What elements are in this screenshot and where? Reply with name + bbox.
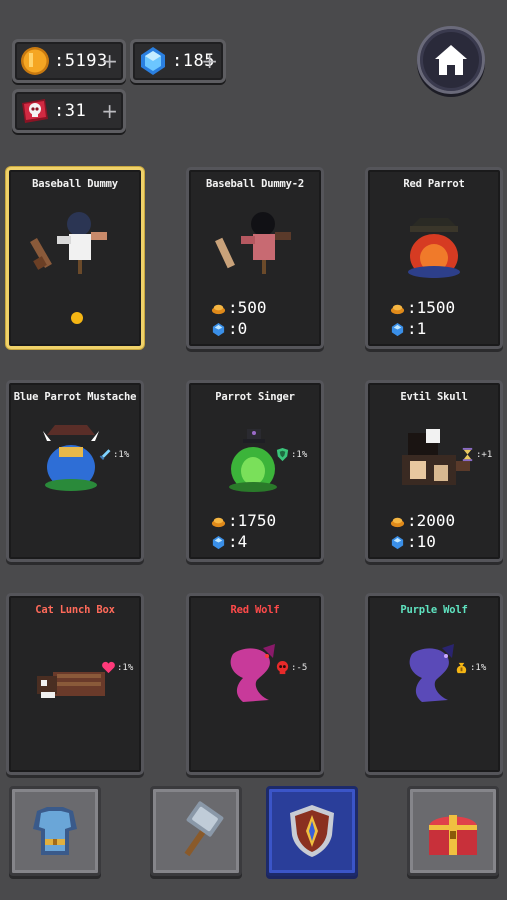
gem-cost: :10 bbox=[390, 532, 436, 552]
baseball-dummy-sprite bbox=[30, 212, 107, 274]
tab-armor[interactable] bbox=[9, 786, 101, 876]
gold-pile-icon bbox=[390, 517, 405, 527]
gold-cost-value: :1750 bbox=[228, 511, 277, 530]
card-title: Blue Parrot Mustache bbox=[13, 391, 137, 403]
tab-chest[interactable] bbox=[407, 786, 499, 876]
gold-pile-icon bbox=[390, 304, 405, 314]
blue-gem-icon bbox=[141, 47, 165, 75]
gold-counter[interactable]: :5193 + bbox=[12, 39, 126, 83]
card-baseball-dummy-2[interactable]: Baseball Dummy-2 :500 :0 bbox=[186, 167, 324, 349]
skull-ticket-icon bbox=[22, 99, 48, 123]
ticket-value: :31 bbox=[54, 101, 87, 121]
home-icon bbox=[435, 45, 467, 75]
gold-cost: :2000 bbox=[390, 511, 455, 531]
hourglass-icon bbox=[462, 447, 473, 462]
gem-icon bbox=[212, 535, 225, 549]
gem-counter[interactable]: :185 + bbox=[130, 39, 226, 83]
gold-cost-value: :1500 bbox=[407, 298, 456, 317]
gold-coin-icon bbox=[21, 47, 49, 75]
card-red-wolf[interactable]: Red Wolf :-5 bbox=[186, 593, 324, 775]
card-evtil-skull[interactable]: Evtil Skull :+1 :2000 :10 bbox=[365, 380, 503, 562]
gold-cost: :1750 bbox=[211, 511, 276, 531]
card-title: Cat Lunch Box bbox=[35, 604, 115, 616]
home-button[interactable] bbox=[417, 26, 485, 94]
baseball-dummy-2-sprite bbox=[215, 212, 291, 274]
buff-value: :1% bbox=[113, 449, 130, 460]
card-blue-parrot-mustache[interactable]: Blue Parrot Mustache :1% bbox=[6, 380, 144, 562]
tab-hammer[interactable] bbox=[150, 786, 242, 876]
tab-shield[interactable] bbox=[266, 786, 358, 876]
hammer-icon bbox=[184, 801, 224, 857]
gem-icon bbox=[391, 535, 404, 549]
ticket-add-button[interactable]: + bbox=[101, 92, 118, 130]
card-title: Purple Wolf bbox=[400, 604, 468, 616]
gem-cost: :0 bbox=[211, 319, 247, 339]
card-red-parrot[interactable]: Red Parrot :1500 :1 bbox=[365, 167, 503, 349]
buff-value: :-5 bbox=[291, 662, 308, 673]
gold-add-button[interactable]: + bbox=[101, 42, 118, 80]
buff-stat: :+1 bbox=[460, 447, 492, 462]
gold-pile-icon bbox=[211, 304, 226, 314]
card-parrot-singer[interactable]: Parrot Singer :1% :1750 :4 bbox=[186, 380, 324, 562]
skull-icon bbox=[276, 660, 289, 675]
card-title: Parrot Singer bbox=[215, 391, 295, 403]
gold-cost-value: :500 bbox=[228, 298, 267, 317]
armor-icon bbox=[33, 807, 77, 855]
card-title: Red Parrot bbox=[403, 178, 465, 190]
gem-cost-value: :4 bbox=[228, 532, 248, 551]
card-cat-lunch-box[interactable]: Cat Lunch Box :1% bbox=[6, 593, 144, 775]
gem-cost: :1 bbox=[390, 319, 426, 339]
ticket-counter[interactable]: :31 + bbox=[12, 89, 126, 133]
card-title: Baseball Dummy-2 bbox=[206, 178, 304, 190]
card-title: Baseball Dummy bbox=[32, 178, 118, 190]
gem-add-button[interactable]: + bbox=[201, 42, 218, 80]
buff-stat: :1% bbox=[454, 660, 486, 675]
buff-value: :1% bbox=[291, 449, 308, 460]
gold-cost-value: :2000 bbox=[407, 511, 456, 530]
buff-value: :1% bbox=[470, 662, 487, 673]
money-bag-icon bbox=[456, 662, 467, 674]
card-title: Red Wolf bbox=[230, 604, 280, 616]
buff-value: :1% bbox=[117, 662, 134, 673]
gem-icon bbox=[391, 322, 404, 336]
gold-pile-icon bbox=[211, 517, 226, 527]
gem-icon bbox=[212, 322, 225, 336]
buff-stat: :1% bbox=[97, 447, 129, 462]
shield-emblem-icon bbox=[290, 805, 334, 857]
gem-cost-value: :10 bbox=[407, 532, 436, 551]
shield-icon bbox=[276, 447, 289, 462]
buff-stat: :1% bbox=[101, 660, 133, 675]
gold-value: :5193 bbox=[54, 51, 108, 71]
gem-cost-value: :0 bbox=[228, 319, 248, 338]
buff-stat: :-5 bbox=[275, 660, 307, 675]
red-parrot-sprite bbox=[408, 218, 460, 278]
selected-indicator bbox=[71, 312, 83, 324]
heart-icon bbox=[102, 661, 115, 674]
buff-value: :+1 bbox=[476, 449, 493, 460]
gold-cost: :500 bbox=[211, 298, 267, 318]
gem-cost-value: :1 bbox=[407, 319, 427, 338]
gem-cost: :4 bbox=[211, 532, 247, 552]
buff-stat: :1% bbox=[275, 447, 307, 462]
treasure-chest-icon bbox=[429, 815, 477, 855]
card-purple-wolf[interactable]: Purple Wolf :1% bbox=[365, 593, 503, 775]
card-baseball-dummy[interactable]: Baseball Dummy bbox=[6, 167, 144, 349]
gold-cost: :1500 bbox=[390, 298, 455, 318]
card-title: Evtil Skull bbox=[400, 391, 468, 403]
sword-icon bbox=[99, 449, 111, 460]
